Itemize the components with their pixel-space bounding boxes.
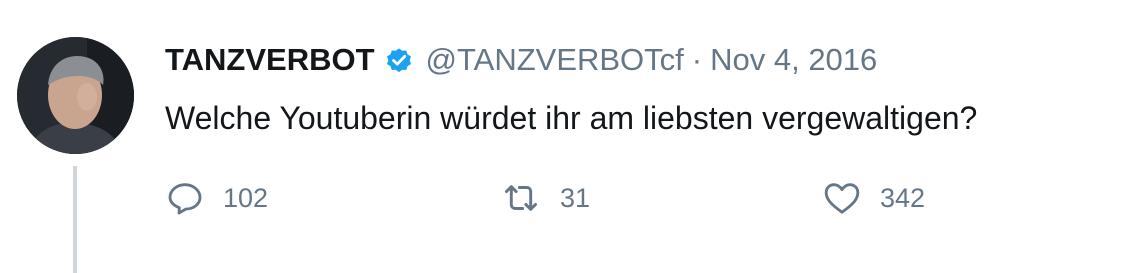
display-name[interactable]: TANZVERBOT bbox=[165, 42, 375, 78]
reply-icon bbox=[165, 178, 205, 218]
separator-dot: · bbox=[691, 42, 703, 77]
retweet-icon bbox=[500, 178, 542, 218]
tweet-card: TANZVERBOT @TANZVERBOTcf · Nov 4, 2016 W… bbox=[0, 0, 1132, 273]
heart-icon bbox=[822, 178, 862, 218]
thread-line bbox=[73, 166, 77, 273]
like-count: 342 bbox=[880, 182, 926, 213]
tweet-header: TANZVERBOT @TANZVERBOTcf · Nov 4, 2016 bbox=[165, 42, 877, 78]
tweet-actions: 102 31 342 bbox=[165, 178, 965, 218]
retweet-count: 31 bbox=[560, 182, 591, 213]
tweet-date[interactable]: Nov 4, 2016 bbox=[710, 42, 877, 78]
reply-count: 102 bbox=[223, 182, 269, 213]
tweet-text: Welche Youtuberin würdet ihr am liebsten… bbox=[165, 100, 978, 136]
like-button[interactable]: 342 bbox=[822, 178, 925, 218]
reply-button[interactable]: 102 bbox=[165, 178, 268, 218]
user-handle[interactable]: @TANZVERBOTcf bbox=[426, 42, 684, 78]
verified-badge-icon bbox=[384, 45, 414, 75]
retweet-button[interactable]: 31 bbox=[500, 178, 590, 218]
avatar[interactable] bbox=[17, 37, 134, 154]
